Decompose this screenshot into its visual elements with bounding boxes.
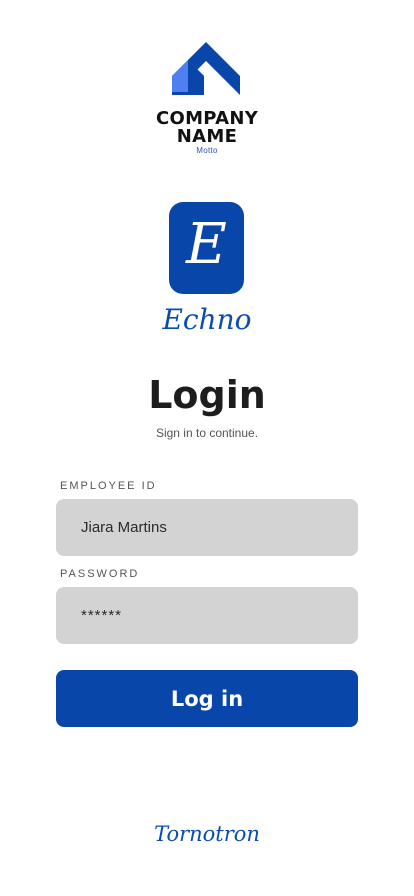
- page-subtitle: Sign in to continue.: [155, 426, 259, 440]
- password-label: PASSWORD: [60, 568, 140, 580]
- page-title: Login: [148, 373, 266, 417]
- employee-id-field[interactable]: [56, 499, 358, 556]
- employee-id-label: EMPLOYEE ID: [60, 480, 157, 492]
- password-field[interactable]: [56, 587, 358, 644]
- login-button[interactable]: Log in: [56, 670, 358, 727]
- app-name: Echno: [162, 303, 252, 336]
- company-name-line2: NAME: [176, 126, 238, 147]
- company-motto: Motto: [196, 146, 218, 155]
- company-name: COMPANY NAME: [0, 110, 414, 146]
- company-logo-icon: [172, 42, 240, 95]
- app-icon-glyph: E: [186, 212, 227, 277]
- app-icon: E: [169, 202, 244, 294]
- footer-brand-logo: Tornotron: [154, 822, 260, 846]
